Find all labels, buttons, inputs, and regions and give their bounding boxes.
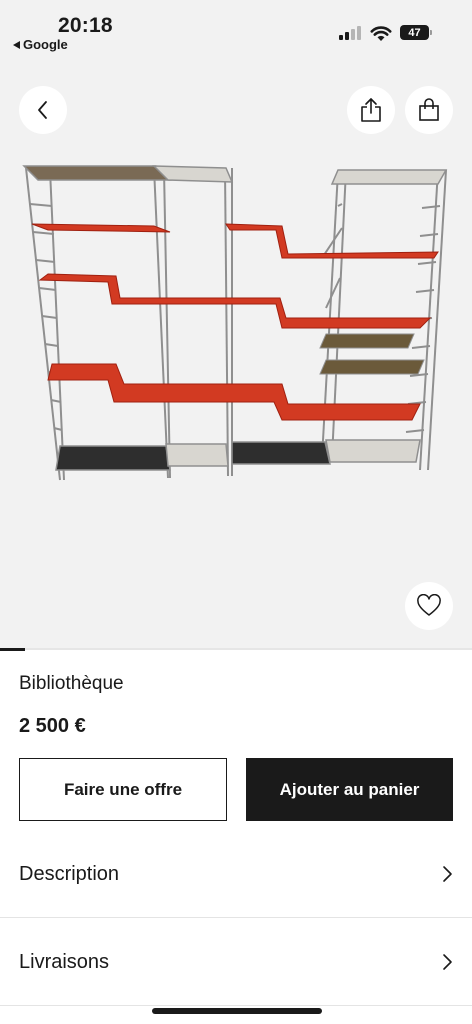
battery-level: 47 [400,25,429,40]
cellular-signal-icon [339,26,361,40]
chevron-left-icon [38,101,47,119]
battery-icon: 47 [400,25,432,40]
deliveries-row[interactable]: Livraisons [0,918,472,1006]
back-triangle-icon [13,40,20,49]
heart-icon [417,594,441,616]
status-back-label: Google [23,37,68,52]
wifi-icon [370,26,392,41]
share-icon [361,98,381,122]
back-button[interactable] [19,86,67,134]
divider [0,1005,472,1006]
deliveries-label: Livraisons [19,950,110,973]
gallery-progress-track [0,648,472,650]
status-back-link[interactable]: Google [13,37,68,52]
cart-button[interactable] [405,86,453,134]
chevron-right-icon [443,954,452,970]
favorite-button[interactable] [405,582,453,630]
product-gallery[interactable]: 20:18 Google 47 [0,0,472,648]
shopping-bag-icon [419,98,439,121]
status-time: 20:18 [58,14,113,37]
make-offer-button[interactable]: Faire une offre [19,758,227,821]
description-row[interactable]: Description [0,830,472,918]
shelving-unit-image [22,165,448,481]
description-label: Description [19,862,120,885]
add-to-cart-button[interactable]: Ajouter au panier [246,758,453,821]
product-price: 2 500 € [19,715,86,737]
product-title: Bibliothèque [19,673,124,694]
gallery-progress-indicator [0,648,25,651]
chevron-right-icon [443,866,452,882]
share-button[interactable] [347,86,395,134]
home-indicator[interactable] [152,1008,322,1014]
